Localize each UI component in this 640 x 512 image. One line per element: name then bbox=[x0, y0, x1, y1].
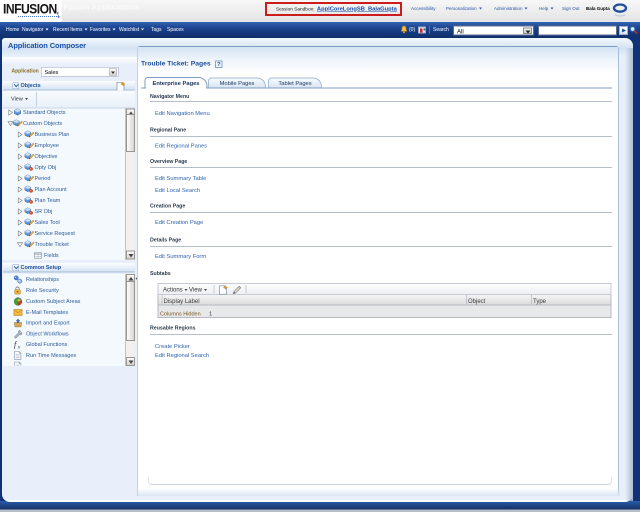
svg-text:x: x bbox=[17, 344, 21, 349]
